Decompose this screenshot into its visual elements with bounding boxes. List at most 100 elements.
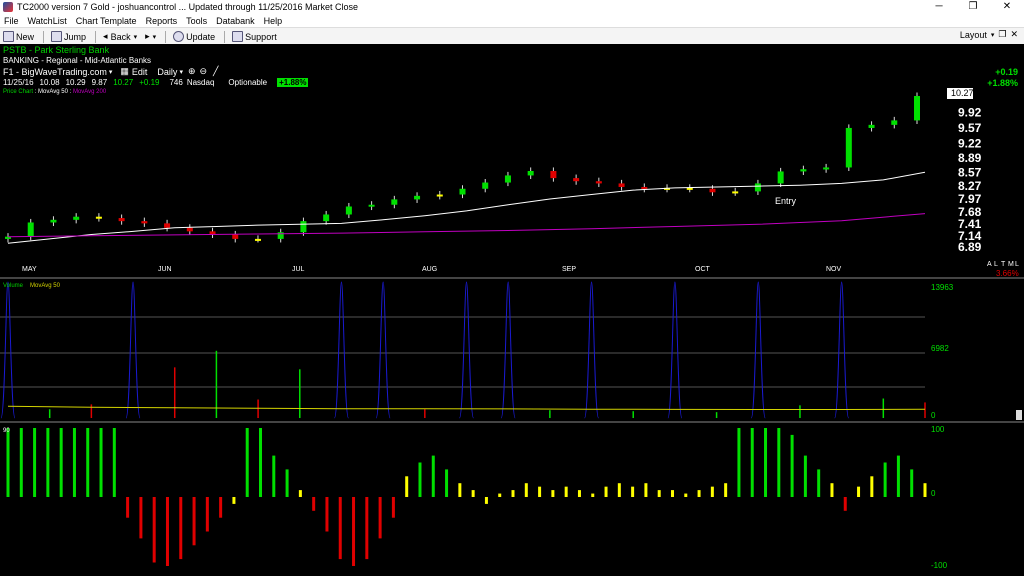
candle [618, 183, 625, 187]
new-label: New [16, 31, 35, 42]
osc-axis-max: 100 [931, 425, 945, 434]
ma50-line [7, 171, 926, 244]
candle [391, 199, 398, 205]
candle [686, 187, 693, 190]
close-chart-button[interactable]: ✕ [1010, 29, 1018, 40]
candle [73, 216, 80, 220]
ma200-line [7, 213, 926, 238]
volume-label: Volume [3, 283, 24, 289]
price-axis-tick: 8.57 [958, 165, 982, 179]
volume-axis-zero: 0 [931, 411, 936, 420]
candle [527, 171, 534, 176]
update-button[interactable]: Update [170, 30, 218, 44]
menu-bar: File WatchList Chart Template Reports To… [0, 14, 1024, 27]
chart-canvas[interactable]: 10.27 9.929.579.228.898.578.277.977.687.… [0, 44, 1024, 576]
volume-spike [0, 281, 16, 419]
window-title: TC2000 version 7 Gold - joshuancontrol .… [17, 2, 359, 12]
candle [573, 178, 580, 182]
price-axis-tick: 9.92 [958, 106, 982, 120]
candle [254, 238, 261, 241]
window-controls: ─ ❐ ✕ [922, 0, 1024, 14]
entry-annotation: Entry [775, 196, 797, 206]
candle [436, 194, 443, 197]
forward-button[interactable]: ▸ ▾ [142, 30, 159, 44]
candle [300, 221, 307, 233]
oscillator-label: 90 [3, 428, 10, 434]
price-axis-tick: 9.57 [958, 121, 982, 135]
jump-label: Jump [64, 31, 87, 42]
osc-axis-zero: 0 [931, 489, 936, 498]
menu-file[interactable]: File [0, 16, 24, 26]
menu-reports[interactable]: Reports [142, 16, 183, 26]
volume-spike [750, 281, 766, 419]
volume-axis-mid: 6982 [931, 344, 949, 353]
candle [777, 171, 784, 184]
new-icon [3, 31, 14, 42]
volume-spike [500, 281, 516, 419]
candle [641, 186, 648, 189]
minimize-button[interactable]: ─ [922, 0, 956, 14]
volume-spike [834, 281, 850, 419]
menu-help[interactable]: Help [260, 16, 288, 26]
toolbar-divider [165, 30, 167, 43]
support-label: Support [245, 31, 277, 42]
month-label: JUL [292, 266, 305, 273]
candle [27, 222, 34, 237]
forward-icon: ▸ [145, 31, 150, 41]
jump-button[interactable]: Jump [48, 30, 89, 44]
scale-l2[interactable]: L [1015, 261, 1019, 268]
restore-chart-button[interactable]: ❐ [998, 29, 1006, 40]
menu-watchlist[interactable]: WatchList [24, 16, 72, 26]
support-button[interactable]: Support [229, 30, 280, 44]
new-button[interactable]: New [0, 30, 37, 44]
scale-a[interactable]: A [987, 261, 992, 268]
volume-scroll-handle[interactable] [1016, 410, 1022, 420]
candle [232, 234, 239, 239]
pct-scale-label: 3.66% [996, 269, 1019, 278]
price-axis: 9.929.579.228.898.578.277.977.687.417.14… [958, 106, 982, 254]
back-icon: ◂ [103, 31, 108, 41]
candle [323, 214, 330, 222]
candle [891, 120, 898, 125]
price-axis-tick: 6.89 [958, 240, 982, 254]
month-label: OCT [695, 266, 711, 273]
month-label: JUN [158, 266, 172, 273]
candle [141, 221, 148, 224]
toolbar-divider [95, 30, 97, 43]
layout-button[interactable]: Layout [960, 30, 987, 40]
title-bar: TC2000 version 7 Gold - joshuancontrol .… [0, 0, 1024, 14]
candle [164, 223, 171, 228]
candle [345, 206, 352, 215]
scale-t[interactable]: T [1001, 261, 1006, 268]
candle [414, 195, 421, 200]
volume-axis-max: 13963 [931, 283, 954, 292]
support-icon [232, 31, 244, 42]
menu-databank[interactable]: Databank [212, 16, 260, 26]
price-axis-tick: 9.22 [958, 137, 982, 151]
candle [868, 124, 875, 128]
candle [709, 188, 716, 193]
close-button[interactable]: ✕ [990, 0, 1024, 14]
candle [823, 167, 830, 170]
volume-plot [0, 281, 926, 419]
back-button[interactable]: ◂ Back ▾ [100, 30, 140, 44]
maximize-button[interactable]: ❐ [956, 0, 990, 14]
volume-spike [375, 281, 391, 419]
candle [845, 127, 852, 168]
volume-spike [584, 281, 600, 419]
menu-chart-template[interactable]: Chart Template [72, 16, 142, 26]
chevron-down-icon[interactable]: ▾ [991, 31, 995, 39]
candle [118, 218, 125, 222]
month-label: NOV [826, 266, 842, 273]
candle [95, 216, 102, 219]
candle [504, 175, 511, 183]
candle [732, 191, 739, 194]
price-plot [5, 92, 926, 244]
scale-m[interactable]: M [1008, 261, 1014, 268]
candle [50, 219, 57, 223]
chart-area[interactable]: PSTB - Park Sterling Bank BANKING - Regi… [0, 44, 1024, 576]
volume-ma-line [7, 405, 926, 410]
scale-l[interactable]: L [994, 261, 998, 268]
volume-spike [667, 281, 683, 419]
menu-tools[interactable]: Tools [182, 16, 212, 26]
